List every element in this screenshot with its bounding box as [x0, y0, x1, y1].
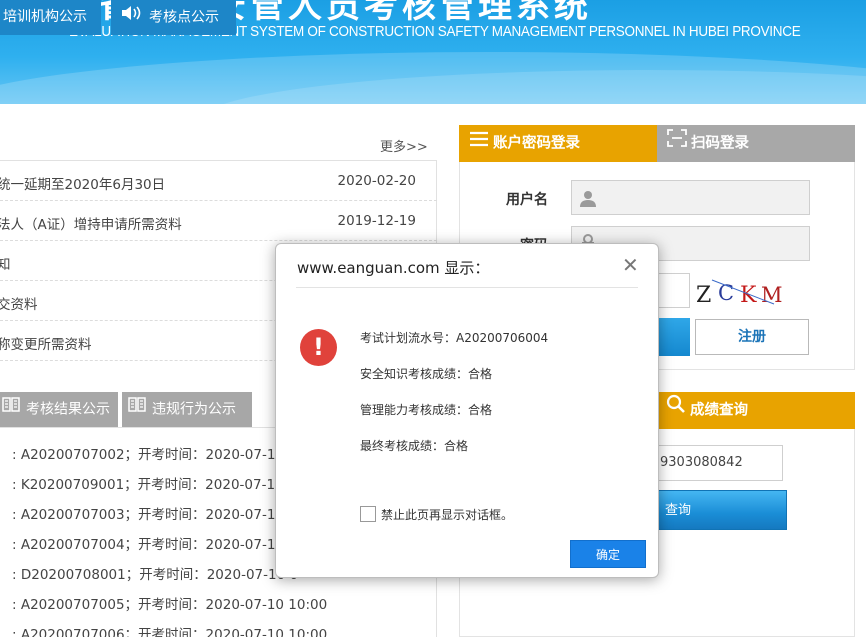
dialog-message-line: 管理能力考核成绩：合格 [360, 403, 493, 417]
close-icon[interactable]: ✕ [622, 255, 639, 275]
tab-training-institutions[interactable]: 培训机构公示 [0, 0, 101, 35]
result-row[interactable]: : K20200709001；开考时间：2020-07-10 0 [12, 473, 297, 493]
suppress-dialogs-label[interactable]: 禁止此页再显示对话框。 [381, 506, 513, 523]
menu-icon [469, 125, 489, 162]
id-number-input[interactable]: 9303080842 [641, 445, 783, 481]
notice-title[interactable]: 统一延期至2020年6月30日 [0, 173, 165, 193]
result-row[interactable]: : A20200707004；开考时间：2020-07-10 0 [12, 533, 297, 553]
score-title: 成绩查询 [690, 402, 748, 419]
dialog-message-line: 最终考核成绩：合格 [360, 439, 469, 453]
notice-title[interactable]: 交资料 [0, 293, 38, 313]
alert-dialog: www.eanguan.com 显示： ✕ ! 考试计划流水号：A2020070… [275, 243, 659, 578]
book-icon [2, 392, 20, 427]
notice-title[interactable]: 法人（A证）增持申请所需资料 [0, 213, 182, 233]
result-row[interactable]: : A20200707005；开考时间：2020-07-10 10:00 [12, 593, 327, 613]
book-icon [128, 392, 146, 427]
result-row[interactable]: : A20200707003；开考时间：2020-07-10 0 [12, 503, 297, 523]
notice-row[interactable]: 法人（A证）增持申请所需资料 2019-12-19 [0, 201, 437, 241]
tab-exam-sites[interactable]: 考核点公示 [111, 0, 236, 35]
notice-date: 2019-12-19 [337, 213, 416, 229]
tab-label: 违规行为公示 [152, 401, 236, 418]
notice-date: 2020-02-20 [337, 173, 416, 189]
search-icon [666, 392, 686, 429]
result-row[interactable]: : A20200707006；开考时间：2020-07-10 10:00 [12, 623, 327, 637]
site-title: 湖北省建筑安管人员考核管理系统 [22, 0, 592, 25]
query-label: 查询 [664, 503, 691, 518]
captcha-char: K [740, 283, 757, 308]
captcha-char: C [718, 281, 734, 305]
more-link[interactable]: 更多>> [380, 136, 428, 155]
captcha-char: Z [696, 283, 711, 308]
register-button[interactable]: 注册 [695, 319, 809, 355]
tab-scan-login[interactable]: 扫码登录 [657, 125, 855, 162]
scan-icon [667, 125, 687, 162]
username-label: 用户名 [506, 192, 548, 208]
warning-icon: ! [300, 329, 337, 366]
tab-label: 扫码登录 [691, 135, 749, 152]
dialog-divider [296, 287, 638, 288]
tab-account-login[interactable]: 账户密码登录 [459, 125, 657, 162]
notice-title[interactable]: 称变更所需资料 [0, 333, 92, 353]
dialog-title: www.eanguan.com 显示： [297, 259, 490, 277]
tab-label: 考核结果公示 [26, 401, 110, 418]
query-button[interactable]: 查询 [641, 490, 787, 530]
tab-exam-results[interactable]: 考核结果公示 [0, 392, 118, 427]
notice-row[interactable]: 统一延期至2020年6月30日 2020-02-20 [0, 161, 437, 201]
tab-label: 培训机构公示 [3, 9, 87, 25]
result-row[interactable]: : D20200708001；开考时间：2020-07-10 0 [12, 563, 298, 583]
speaker-icon [121, 0, 143, 35]
username-field[interactable] [571, 180, 810, 215]
captcha-image[interactable]: Z C K M [694, 276, 784, 308]
ok-button[interactable]: 确定 [570, 540, 646, 568]
tab-label: 考核点公示 [149, 9, 219, 26]
notice-title[interactable]: 知 [0, 253, 11, 273]
suppress-dialogs-checkbox[interactable] [360, 506, 376, 522]
result-row[interactable]: : A20200707002；开考时间：2020-07-10 0 [12, 443, 297, 463]
user-icon [579, 189, 597, 211]
dialog-message-line: 考试计划流水号：A20200706004 [360, 331, 549, 345]
dialog-message-line: 安全知识考核成绩：合格 [360, 367, 493, 381]
tab-violations[interactable]: 违规行为公示 [122, 392, 252, 427]
tab-label: 账户密码登录 [493, 135, 580, 152]
